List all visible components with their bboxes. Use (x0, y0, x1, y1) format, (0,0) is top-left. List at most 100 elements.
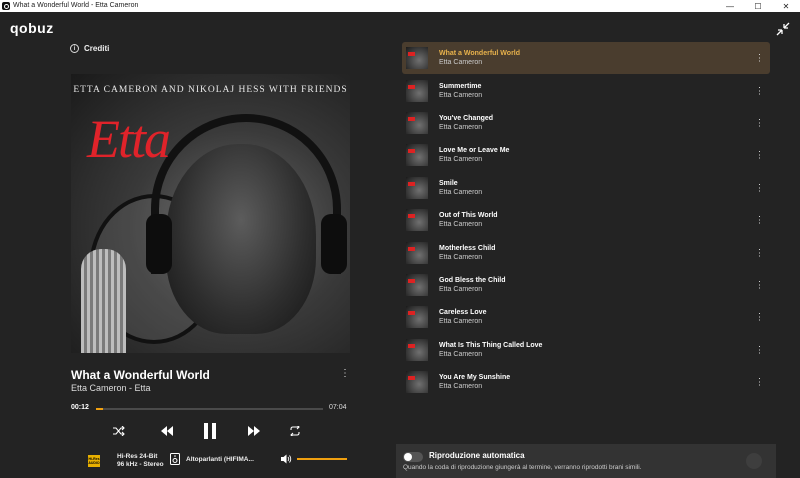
queue-item-title: You've Changed (439, 114, 494, 122)
queue-item-more-icon[interactable]: ⋮ (755, 215, 764, 226)
cover-artists-text: ETTA CAMERON AND NIKOLAJ HESS WITH FRIEN… (73, 85, 348, 95)
queue-item-more-icon[interactable]: ⋮ (755, 150, 764, 161)
queue-item-artist: Etta Cameron (439, 285, 483, 293)
queue-item-title: You Are My Sunshine (439, 374, 511, 382)
queue-item-text: Summertime Etta Cameron (439, 82, 482, 100)
now-playing-title[interactable]: What a Wonderful World (71, 368, 210, 382)
pause-button[interactable] (201, 420, 219, 442)
previous-button[interactable] (159, 420, 175, 442)
autoplay-toggle-knob (404, 453, 412, 461)
queue-item-text: Smile Etta Cameron (439, 179, 482, 197)
queue-item-more-icon[interactable]: ⋮ (755, 85, 764, 96)
hires-badge-icon: Hi-Res AUDIO (88, 455, 100, 467)
queue-item-title: God Bless the Child (439, 276, 506, 284)
queue-item-more-icon[interactable]: ⋮ (755, 53, 764, 64)
total-time: 07:04 (329, 404, 347, 411)
queue-item[interactable]: Motherless Child Etta Cameron ⋮ (402, 236, 770, 268)
window-close-button[interactable]: ✕ (772, 0, 800, 12)
repeat-button[interactable] (287, 420, 303, 442)
hires-badge-line2: AUDIO (88, 461, 100, 465)
output-device-label: Altoparlanti (HIFIMA... (186, 455, 254, 463)
now-playing-subtitle[interactable]: Etta Cameron - Etta (71, 383, 151, 393)
app-icon (2, 2, 10, 10)
queue-item-title: What a Wonderful World (439, 50, 521, 58)
queue-item-text: What Is This Thing Called Love Etta Camer… (439, 341, 542, 359)
queue-item-text: You've Changed Etta Cameron (439, 114, 493, 132)
queue-item-more-icon[interactable]: ⋮ (755, 182, 764, 193)
queue-item-more-icon[interactable]: ⋮ (755, 312, 764, 323)
volume-control (281, 454, 347, 464)
queue-item[interactable]: Smile Etta Cameron ⋮ (402, 172, 770, 204)
queue-item-more-icon[interactable]: ⋮ (755, 247, 764, 258)
queue-item-artist: Etta Cameron (439, 91, 483, 99)
quality-text: Hi-Res 24-Bit 96 kHz - Stereo (117, 453, 164, 469)
album-cover: ETTA CAMERON AND NIKOLAJ HESS WITH FRIEN… (71, 74, 350, 353)
track-more-options-icon[interactable]: ⋮ (340, 368, 350, 379)
volume-slider[interactable] (297, 458, 347, 460)
queue-item-title: Summertime (439, 82, 482, 90)
queue-item-text: Love Me or Leave Me Etta Cameron (439, 146, 509, 164)
info-icon: i (70, 44, 79, 53)
queue-item[interactable]: You've Changed Etta Cameron ⋮ (402, 107, 770, 139)
queue-item[interactable]: Summertime Etta Cameron ⋮ (402, 74, 770, 106)
window-maximize-button[interactable]: ☐ (744, 0, 772, 12)
queue-item-more-icon[interactable]: ⋮ (755, 117, 764, 128)
queue-item-artist: Etta Cameron (439, 156, 483, 164)
autoplay-title: Riproduzione automatica (429, 451, 525, 460)
window-controls: — ☐ ✕ (716, 0, 800, 12)
queue-item-text: God Bless the Child Etta Cameron (439, 276, 506, 294)
queue-item-artist: Etta Cameron (439, 318, 483, 326)
queue-item-thumbnail (406, 176, 428, 199)
progress-fill (96, 408, 103, 410)
autoplay-panel: Riproduzione automatica Quando la coda d… (396, 444, 776, 478)
queue-item[interactable]: Love Me or Leave Me Etta Cameron ⋮ (402, 139, 770, 171)
queue-item-title: Smile (439, 179, 458, 187)
headphone-band-shape (151, 114, 341, 274)
queue-item-more-icon[interactable]: ⋮ (755, 344, 764, 355)
queue-item-artist: Etta Cameron (439, 123, 483, 131)
queue-item[interactable]: God Bless the Child Etta Cameron ⋮ (402, 269, 770, 301)
queue-item-artist: Etta Cameron (439, 59, 483, 67)
queue-item-artist: Etta Cameron (439, 253, 483, 261)
queue-item-artist: Etta Cameron (439, 383, 483, 391)
pause-icon (204, 423, 216, 439)
next-button[interactable] (246, 420, 262, 442)
shuffle-button[interactable] (111, 420, 127, 442)
shuffle-icon (113, 426, 125, 436)
queue-item-thumbnail (406, 111, 428, 134)
queue-item-text: Motherless Child Etta Cameron (439, 244, 495, 262)
queue-item-text: You Are My Sunshine Etta Cameron (439, 373, 510, 391)
queue-item-artist: Etta Cameron (439, 350, 483, 358)
queue-item[interactable]: What Is This Thing Called Love Etta Camer… (402, 334, 770, 366)
collapse-player-icon[interactable] (776, 22, 790, 36)
queue-item[interactable]: What a Wonderful World Etta Cameron ⋮ (402, 42, 770, 75)
queue-item-thumbnail (406, 273, 428, 296)
skip-next-icon (248, 426, 260, 436)
queue-item-title: What Is This Thing Called Love (439, 341, 543, 349)
queue-item[interactable]: Out of This World Etta Cameron ⋮ (402, 204, 770, 236)
queue-item-title: Love Me or Leave Me (439, 147, 510, 155)
credits-button[interactable]: i Crediti (70, 44, 109, 53)
queue-item-title: Motherless Child (439, 244, 496, 252)
audio-quality[interactable]: Hi-Res AUDIO Hi-Res 24-Bit 96 kHz - Ster… (88, 453, 164, 469)
queue-item-more-icon[interactable]: ⋮ (755, 377, 764, 388)
queue-item[interactable]: Careless Love Etta Cameron ⋮ (402, 301, 770, 333)
window-minimize-button[interactable]: — (716, 0, 744, 12)
autoplay-radio-icon[interactable] (746, 453, 762, 469)
cover-title-text: Etta (87, 109, 171, 169)
repeat-icon (290, 426, 300, 436)
autoplay-toggle[interactable] (403, 452, 423, 462)
microphone-shape (81, 249, 126, 353)
queue-item-thumbnail (406, 338, 428, 361)
headphone-ear-left (146, 214, 172, 274)
queue-item-thumbnail (406, 241, 428, 264)
queue-item-more-icon[interactable]: ⋮ (755, 279, 764, 290)
qobuz-logo[interactable]: qobuz (10, 20, 54, 36)
queue-item[interactable]: You Are My Sunshine Etta Cameron ⋮ (402, 366, 770, 398)
queue-item-title: Careless Love (439, 309, 487, 317)
volume-icon[interactable] (281, 454, 292, 464)
output-device-button[interactable]: Altoparlanti (HIFIMA... (170, 453, 254, 465)
queue-item-title: Out of This World (439, 212, 498, 220)
speaker-device-icon (170, 453, 180, 465)
progress-bar[interactable] (96, 408, 323, 410)
